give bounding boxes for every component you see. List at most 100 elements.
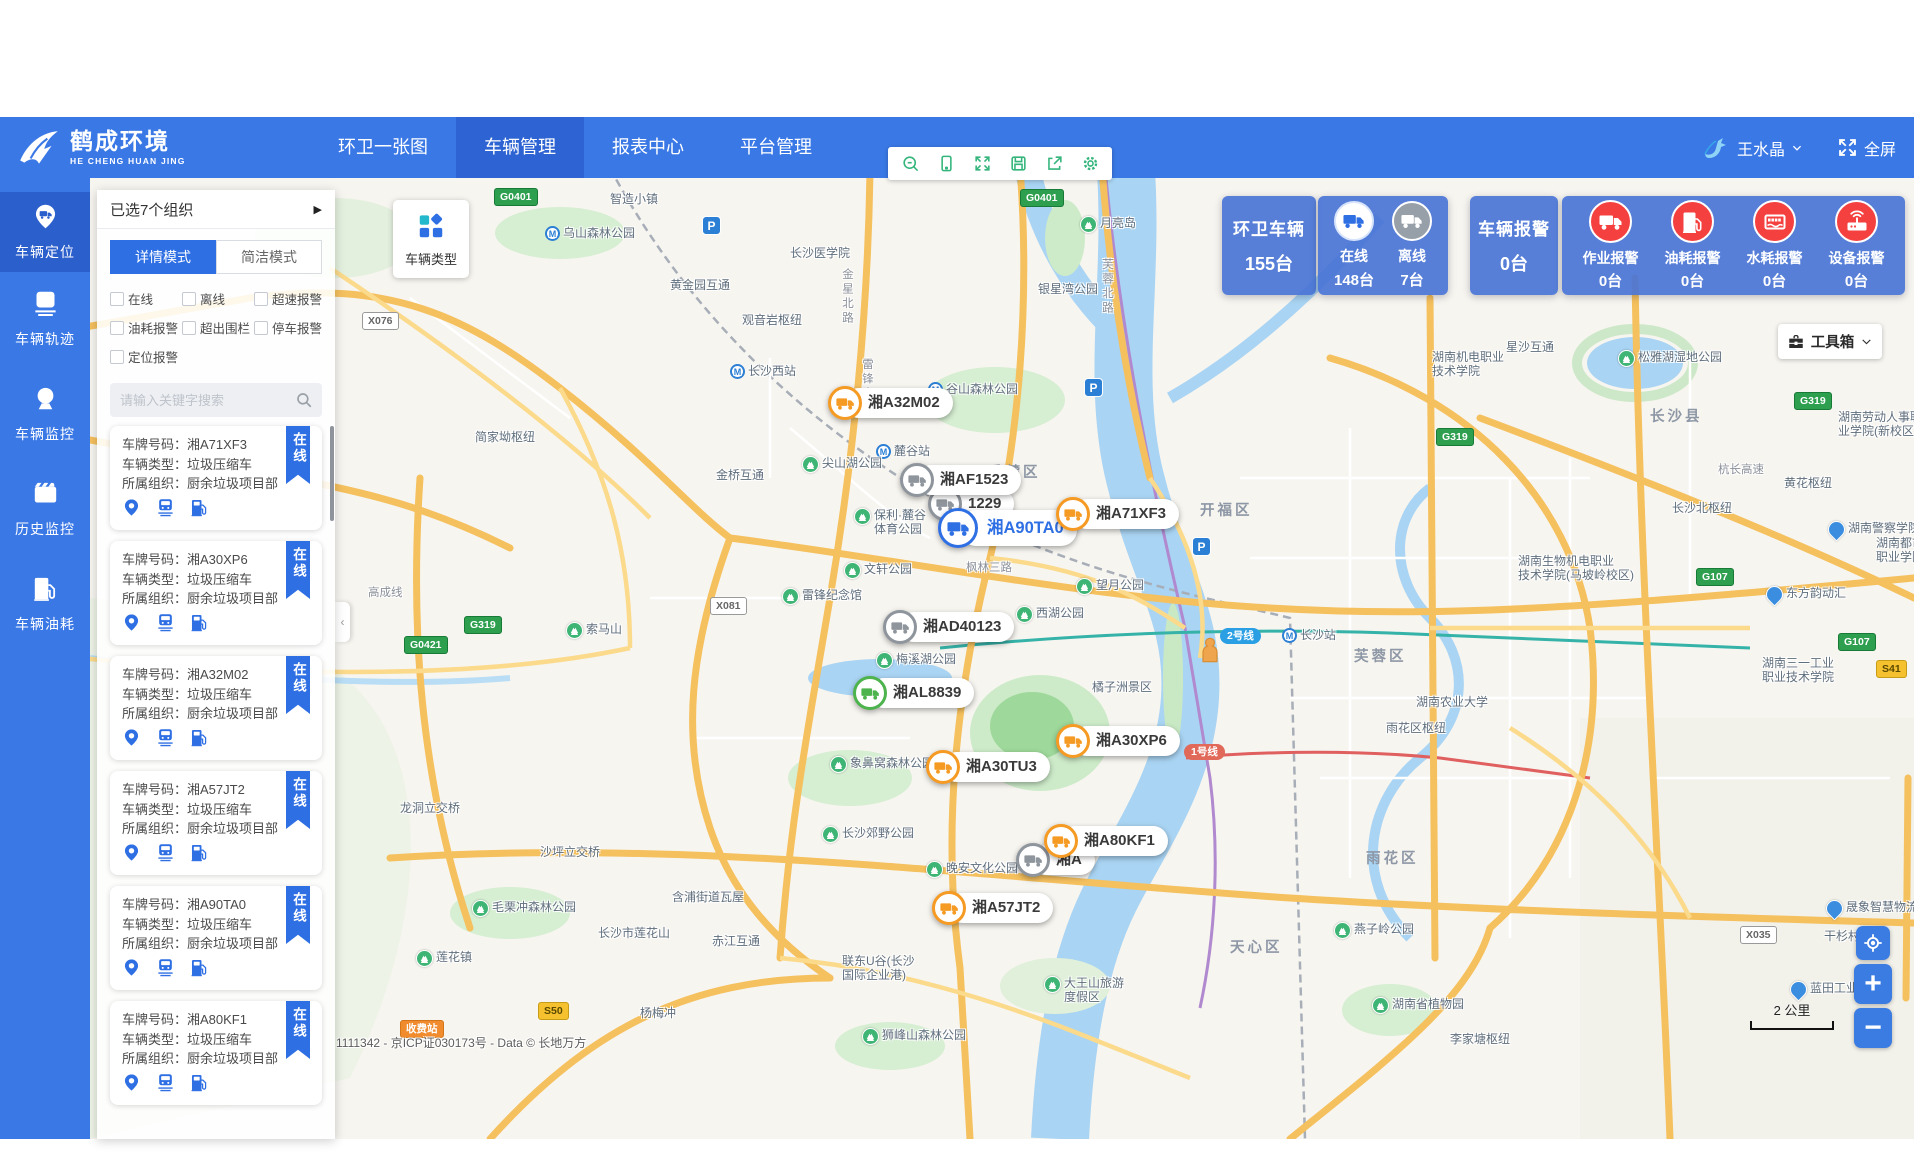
zoom-out-button[interactable]: − (1854, 1008, 1892, 1048)
export-icon[interactable] (1036, 147, 1072, 180)
vehicle-card-湘A71XF3[interactable]: 车牌号码：湘A71XF3车辆类型：垃圾压缩车所属组织：厨余垃圾项目部在线 (110, 426, 322, 530)
org-selector[interactable]: 已选7个组织 ▶ (97, 190, 335, 229)
map-label-text: 湖南三一工业职业技术学院 (1762, 656, 1834, 684)
map-label-text: 燕子岭公园 (1354, 922, 1414, 936)
map-canvas[interactable]: 智造小镇M乌山森林公园长沙医学院黄金园互通▲月亮岛银星湾公园观音岩枢纽M长沙西站… (90, 178, 1914, 1139)
mode-tab-0[interactable]: 详情模式 (110, 240, 216, 274)
locate-vehicle-icon[interactable] (122, 613, 141, 637)
sidebar-item-3[interactable]: 历史监控 (0, 462, 90, 557)
track-vehicle-icon[interactable] (156, 613, 175, 637)
filter-0[interactable]: 在线 (110, 289, 178, 308)
org-row: 所属组织：厨余垃圾项目部 (122, 474, 310, 494)
park-pin-icon: ▲ (1016, 606, 1033, 623)
sidebar-item-0[interactable]: 车辆定位 (0, 192, 90, 272)
vehicle-card-湘A90TA0[interactable]: 车牌号码：湘A90TA0车辆类型：垃圾压缩车所属组织：厨余垃圾项目部在线 (110, 886, 322, 990)
nav-menu-1[interactable]: 车辆管理 (456, 117, 584, 178)
org-expand-arrow-icon[interactable]: ▶ (314, 203, 322, 216)
toolbox-button[interactable]: 工具箱 (1778, 324, 1882, 359)
map-marker-湘AF1523[interactable]: 湘AF1523 (900, 463, 1021, 497)
vehicle-type-button[interactable]: 车辆类型 (393, 200, 469, 278)
user-avatar[interactable] (1697, 132, 1729, 164)
mobile-screen-icon[interactable] (928, 147, 964, 180)
locate-vehicle-icon[interactable] (122, 1073, 141, 1097)
map-marker-湘A57JT2[interactable]: 湘A57JT2 (932, 891, 1053, 925)
sidebar-item-1[interactable]: 车辆轨迹 (0, 272, 90, 367)
filter-6[interactable]: 定位报警 (110, 347, 178, 366)
locate-vehicle-icon[interactable] (122, 843, 141, 867)
map-label-杨梅冲: 杨梅冲 (640, 1006, 676, 1020)
panel-scrollbar[interactable] (330, 426, 334, 521)
nav-menu-0[interactable]: 环卫一张图 (310, 117, 456, 178)
map-marker-湘AL8839[interactable]: 湘AL8839 (853, 676, 974, 710)
zoom-in-button[interactable]: + (1854, 964, 1892, 1004)
locate-vehicle-icon[interactable] (122, 728, 141, 752)
map-label-东方韵动汇: 东方韵动汇 (1766, 586, 1846, 603)
zoom-search-icon[interactable] (892, 147, 928, 180)
map-marker-湘A71XF3[interactable]: 湘A71XF3 (1056, 497, 1179, 531)
vehicle-card-湘A32M02[interactable]: 车牌号码：湘A32M02车辆类型：垃圾压缩车所属组织：厨余垃圾项目部在线 (110, 656, 322, 760)
vehicle-card-湘A57JT2[interactable]: 车牌号码：湘A57JT2车辆类型：垃圾压缩车所属组织：厨余垃圾项目部在线 (110, 771, 322, 875)
plate-row: 车牌号码：湘A32M02 (122, 665, 310, 685)
checkbox-icon[interactable] (110, 321, 124, 335)
filter-1[interactable]: 离线 (182, 289, 250, 308)
stat-alarm-group: 作业报警0台油耗报警0台水耗报警0台设备报警0台 (1562, 196, 1905, 295)
track-vehicle-icon[interactable] (156, 958, 175, 982)
fuel-vehicle-icon[interactable] (190, 958, 209, 982)
track-vehicle-icon[interactable] (156, 843, 175, 867)
checkbox-icon[interactable] (110, 292, 124, 306)
sidebar-item-2[interactable]: 车辆监控 (0, 367, 90, 462)
nav-menu-3[interactable]: 平台管理 (712, 117, 840, 178)
map-marker-湘A32M02[interactable]: 湘A32M02 (828, 386, 953, 420)
fuel-vehicle-icon[interactable] (190, 728, 209, 752)
vehicle-card-湘A30XP6[interactable]: 车牌号码：湘A30XP6车辆类型：垃圾压缩车所属组织：厨余垃圾项目部在线 (110, 541, 322, 645)
filter-2[interactable]: 超速报警 (254, 289, 322, 308)
map-marker-湘A30TU3[interactable]: 湘A30TU3 (926, 750, 1050, 784)
track-vehicle-icon[interactable] (156, 728, 175, 752)
truck-icon (932, 891, 966, 925)
panel-collapse-button[interactable]: ‹ (335, 602, 350, 642)
map-marker-湘A80KF1[interactable]: 湘A80KF1 (1044, 824, 1168, 858)
park-pin-icon: ▲ (854, 508, 871, 525)
checkbox-icon[interactable] (182, 321, 196, 335)
settings-icon[interactable] (1072, 147, 1108, 180)
search-icon[interactable] (295, 391, 313, 409)
map-label-乌山森林公园: M乌山森林公园 (545, 226, 635, 241)
fuel-vehicle-icon[interactable] (190, 613, 209, 637)
track-vehicle-icon[interactable] (156, 498, 175, 522)
user-menu-chevron-icon[interactable] (1791, 142, 1803, 154)
filter-3[interactable]: 油耗报警 (110, 318, 178, 337)
locate-button[interactable] (1856, 926, 1890, 960)
vehicle-card-湘A80KF1[interactable]: 车牌号码：湘A80KF1车辆类型：垃圾压缩车所属组织：厨余垃圾项目部在线 (110, 1001, 322, 1105)
truck-icon (900, 463, 934, 497)
map-label-望月公园: ▲望月公园 (1076, 578, 1144, 595)
filter-4[interactable]: 超出围栏 (182, 318, 250, 337)
user-name[interactable]: 王水晶 (1737, 136, 1785, 160)
filter-5[interactable]: 停车报警 (254, 318, 322, 337)
road-badge-2号线: 2号线 (1220, 628, 1261, 644)
checkbox-icon[interactable] (254, 321, 268, 335)
map-marker-湘AD40123[interactable]: 湘AD40123 (883, 610, 1014, 644)
map-label-金星北路: 金星北路 (840, 268, 854, 326)
checkbox-icon[interactable] (110, 350, 124, 364)
track-vehicle-icon[interactable] (156, 1073, 175, 1097)
fuel-vehicle-icon[interactable] (190, 1073, 209, 1097)
fuel-vehicle-icon[interactable] (190, 843, 209, 867)
map-marker-湘A30XP6[interactable]: 湘A30XP6 (1056, 724, 1180, 758)
mode-tabs: 详情模式简洁模式 (110, 240, 322, 274)
save-icon[interactable] (1000, 147, 1036, 180)
mode-tab-1[interactable]: 简洁模式 (216, 240, 322, 274)
map-label-text: 简家坳枢纽 (475, 430, 535, 444)
search-input[interactable] (110, 383, 322, 417)
fullscreen-button[interactable]: 全屏 (1837, 136, 1896, 160)
fuel-vehicle-icon[interactable] (190, 498, 209, 522)
alarm-stat-3: 设备报警0台 (1829, 200, 1885, 291)
checkbox-icon[interactable] (182, 292, 196, 306)
expand-icon[interactable] (964, 147, 1000, 180)
sidebar-item-4[interactable]: 车辆油耗 (0, 557, 90, 652)
checkbox-icon[interactable] (254, 292, 268, 306)
locate-vehicle-icon[interactable] (122, 498, 141, 522)
locate-vehicle-icon[interactable] (122, 958, 141, 982)
map-label-text: 金桥互通 (716, 468, 764, 482)
nav-menu-2[interactable]: 报表中心 (584, 117, 712, 178)
map-label-text: 含浦街道瓦屋 (672, 890, 744, 904)
